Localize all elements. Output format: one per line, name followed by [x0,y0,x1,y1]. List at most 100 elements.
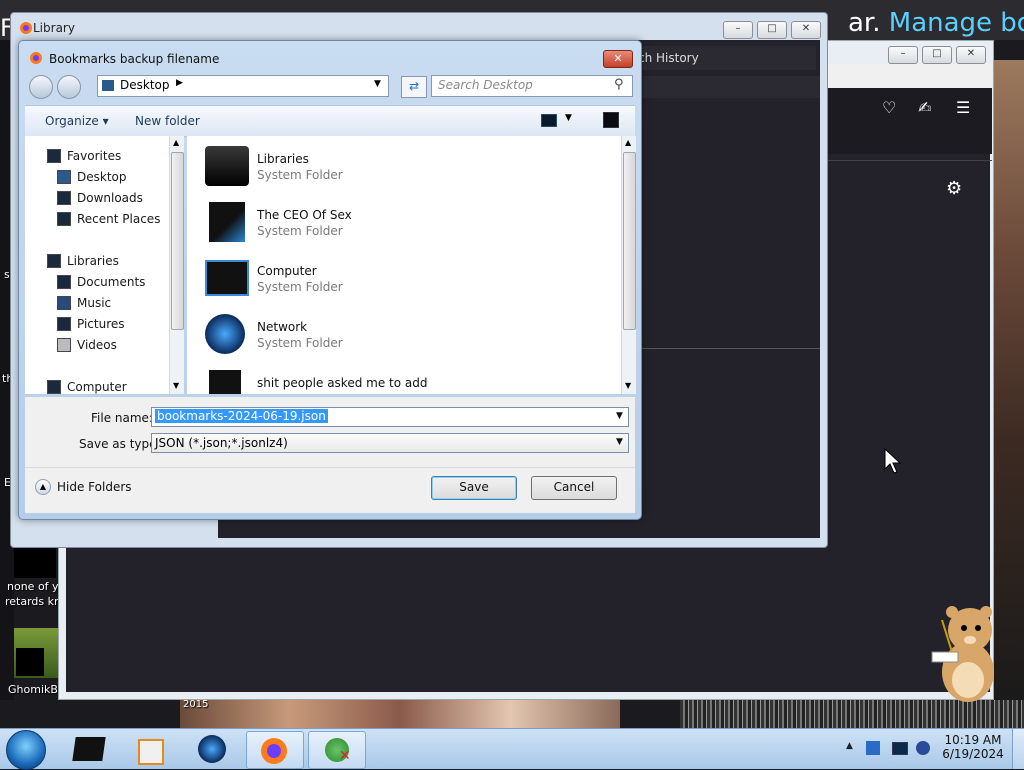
desktop-shortcut-icon[interactable] [14,548,56,578]
save-type-label: Save as type: [79,437,161,451]
scroll-down-icon[interactable]: ▼ [625,381,631,390]
desktop-shortcut-label[interactable]: none of y [7,580,59,593]
list-item[interactable]: shit people asked me to add [187,368,607,394]
refresh-button[interactable]: ⇄ [401,76,427,98]
manage-bookmarks-link[interactable]: Manage book [889,8,1024,38]
taskbar-network-button[interactable] [184,731,240,767]
save-button[interactable]: Save [431,476,517,500]
computer-icon [47,380,61,394]
view-icon[interactable] [541,114,557,127]
error-x-icon: ✕ [339,748,351,764]
scroll-thumb[interactable] [623,152,636,330]
save-dialog: Bookmarks backup filename ✕ Desktop ▶ ▼ … [18,40,642,520]
chevron-up-icon: ▲ [35,479,51,495]
taskbar-users-button[interactable]: ✕ [308,731,366,769]
computer-icon [205,260,249,296]
folder-icon [209,370,241,394]
scroll-thumb[interactable] [171,152,184,330]
save-type-value: JSON (*.json;*.jsonlz4) [155,436,288,450]
minimize-button[interactable]: – [723,21,753,39]
scroll-down-icon[interactable]: ▼ [173,381,179,390]
user-folder-icon [209,202,245,242]
tray-flag-icon[interactable] [866,741,880,755]
recent-places-icon [57,212,71,226]
chevron-down-icon[interactable]: ▼ [565,113,572,123]
close-button[interactable]: ✕ [603,50,633,68]
hide-folders-label: Hide Folders [57,480,132,494]
list-item[interactable]: Libraries System Folder [187,144,607,192]
item-name: Network [257,320,308,334]
tray-volume-icon[interactable] [916,741,930,755]
chevron-right-icon[interactable]: ▶ [176,78,183,88]
maximize-button[interactable]: □ [922,46,952,64]
nav-computer[interactable]: Computer [67,380,127,394]
list-item[interactable]: Network System Folder [187,312,607,360]
address-bar[interactable]: Desktop ▶ ▼ [97,75,389,97]
close-button[interactable]: ✕ [956,46,986,64]
minimize-button[interactable]: – [888,46,918,64]
item-name: shit people asked me to add [257,376,428,390]
taskbar-media-button[interactable] [120,731,176,767]
taskbar-app-button[interactable] [62,731,118,767]
pocket-icon[interactable]: ♡ [882,98,896,117]
nav-downloads[interactable]: Downloads [77,191,143,205]
clock-date: 6/19/2024 [942,747,1004,761]
network-globe-icon [205,314,245,354]
globe-icon [198,735,226,763]
nav-videos[interactable]: Videos [77,338,117,352]
close-button[interactable]: ✕ [791,21,821,39]
help-icon[interactable] [603,112,619,128]
cancel-button[interactable]: Cancel [531,476,617,500]
file-name-field[interactable]: bookmarks-2024-06-19.json ▼ [151,407,629,427]
search-history-input[interactable]: ch History [630,46,816,70]
nav-music[interactable]: Music [77,296,111,310]
hamster-gadget-icon [931,606,994,702]
start-button[interactable] [6,730,46,770]
desktop-shortcut-icon[interactable] [14,628,58,678]
desktop-shortcut-label[interactable]: GhomikB [8,683,58,696]
back-button[interactable] [29,75,53,99]
desktop-shortcut-label[interactable]: retards kn [5,595,61,608]
item-type: System Folder [257,280,343,294]
gear-icon[interactable]: ⚙ [946,178,962,199]
menu-icon[interactable]: ☰ [956,98,970,117]
extensions-icon[interactable]: ✍ [918,98,931,117]
window-title: Library [33,21,75,35]
system-clock[interactable]: 10:19 AM 6/19/2024 [940,733,1006,761]
nav-favorites[interactable]: Favorites [67,149,121,163]
mouse-cursor-icon [884,448,902,474]
favorites-icon [47,149,61,163]
nav-desktop[interactable]: Desktop [77,170,127,184]
show-desktop-button[interactable] [1012,729,1024,769]
list-item[interactable]: Computer System Folder [187,256,607,304]
desktop-icon [102,80,114,91]
nav-pictures[interactable]: Pictures [77,317,125,331]
taskbar-firefox-button[interactable] [246,731,304,769]
maximize-button[interactable]: □ [757,21,787,39]
show-hidden-icons-icon[interactable]: ▲ [846,741,853,751]
save-type-select[interactable]: JSON (*.json;*.jsonlz4) ▼ [151,433,629,453]
chevron-down-icon[interactable]: ▼ [616,437,623,447]
firefox-icon [261,738,287,764]
organize-button[interactable]: Organize ▾ [45,114,109,128]
forward-button[interactable] [57,75,81,99]
clock-time: 10:19 AM [944,733,1002,747]
list-item[interactable]: The CEO Of Sex System Folder [187,200,607,248]
nav-documents[interactable]: Documents [77,275,145,289]
search-input[interactable]: Search Desktop ⚲ [431,75,633,97]
pictures-icon [57,317,71,331]
wallpaper-text: 2015 [183,699,209,710]
chevron-down-icon[interactable]: ▼ [374,79,381,89]
nav-recent-places[interactable]: Recent Places [77,212,160,226]
tray-network-icon[interactable] [892,742,908,755]
nav-libraries[interactable]: Libraries [67,254,119,268]
file-list-scrollbar[interactable]: ▲ ▼ [621,136,636,394]
chevron-down-icon[interactable]: ▼ [616,411,623,421]
scroll-up-icon[interactable]: ▲ [625,138,631,147]
scroll-up-icon[interactable]: ▲ [173,138,179,147]
firefox-titlebar [826,64,992,88]
new-folder-button[interactable]: New folder [135,114,200,128]
search-icon[interactable]: ⚲ [614,77,624,92]
nav-scrollbar[interactable]: ▲ ▼ [169,136,184,394]
save-options-area: File name: bookmarks-2024-06-19.json ▼ S… [25,397,635,513]
